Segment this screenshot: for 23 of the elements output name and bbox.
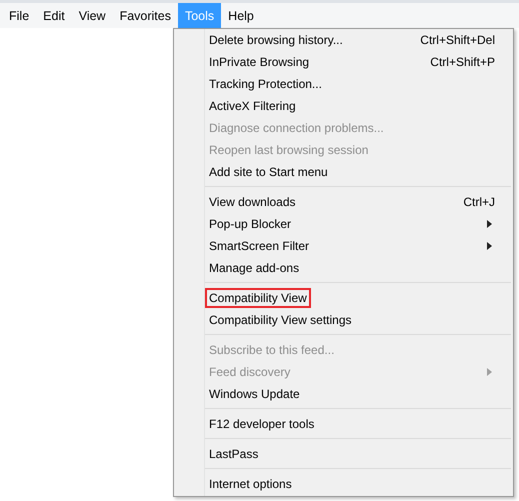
menu-bar-item[interactable]: Edit (36, 3, 72, 28)
menu-item[interactable]: ActiveX Filtering (205, 96, 300, 116)
menu-item[interactable]: Tracking Protection... (205, 74, 326, 94)
menu-bar-item[interactable]: Favorites (112, 3, 178, 28)
shortcut-label: Ctrl+Shift+Del (420, 33, 495, 47)
menu-item[interactable]: LastPass (205, 444, 262, 464)
shortcut-label: Ctrl+J (463, 195, 495, 209)
menu-item[interactable]: Compatibility View settings (205, 310, 356, 330)
menu-item[interactable]: View downloads (205, 192, 300, 212)
menu-item[interactable]: InPrivate Browsing (205, 52, 314, 72)
menu-item[interactable]: Delete browsing history... (205, 30, 347, 50)
menu-item[interactable]: Add site to Start menu (205, 162, 332, 182)
menu-bar-item[interactable]: View (72, 3, 113, 28)
menu-item[interactable]: F12 developer tools (205, 414, 318, 434)
menu-bar-item[interactable]: Help (221, 3, 261, 28)
menu-item[interactable]: Windows Update (205, 384, 304, 404)
menu-item[interactable]: SmartScreen Filter (205, 236, 314, 256)
menu-bar-item[interactable]: File (2, 3, 36, 28)
shortcut-label: Ctrl+Shift+P (430, 55, 495, 69)
menu-item[interactable]: Compatibility View (205, 288, 311, 308)
menu-item[interactable]: Pop-up Blocker (205, 214, 296, 234)
menu-item[interactable]: Manage add-ons (205, 258, 304, 278)
menu-item[interactable]: Internet options (205, 474, 296, 494)
